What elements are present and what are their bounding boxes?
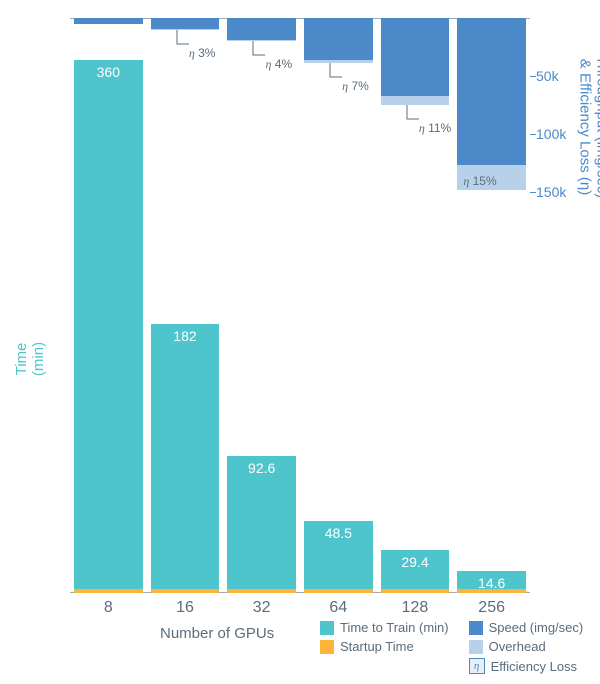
bar-speed	[457, 18, 526, 165]
bar-speed	[381, 18, 450, 96]
x-tick-label: 8	[70, 599, 147, 617]
bar-speed	[304, 18, 373, 60]
x-tick-label: 64	[300, 599, 377, 617]
bar-startup	[381, 589, 450, 593]
swatch-time-icon	[320, 621, 334, 635]
y-axis-right-label: Throughput (img/sec)& Efficiency Loss (η…	[577, 56, 600, 199]
x-axis-label: Number of GPUs	[160, 625, 274, 642]
bar-group: η 7%48.564	[300, 18, 377, 593]
bar-time: 360	[74, 60, 143, 593]
legend-label: Time to Train (min)	[340, 620, 449, 635]
bar-group: η 3%18216	[147, 18, 224, 593]
bar-startup	[457, 589, 526, 593]
x-tick-label: 256	[453, 599, 530, 617]
legend-item-speed: Speed (img/sec)	[469, 620, 584, 635]
bar-value-label: 29.4	[381, 554, 450, 570]
legend-item-overhead: Overhead	[469, 639, 584, 654]
bar-value-label: 48.5	[304, 525, 373, 541]
legend-label: Overhead	[489, 639, 546, 654]
bar-time: 182	[151, 324, 220, 593]
bar-group: η 4%92.632	[223, 18, 300, 593]
eta-annotation: η 15%	[463, 172, 523, 192]
swatch-startup-icon	[320, 640, 334, 654]
swatch-overhead-icon	[469, 640, 483, 654]
y2-tick-100k: 100k	[536, 126, 566, 142]
legend: Time to Train (min) Startup Time Speed (…	[320, 620, 583, 678]
legend-label: Efficiency Loss	[491, 659, 577, 674]
legend-label: Speed (img/sec)	[489, 620, 584, 635]
bar-group: 3608	[70, 18, 147, 593]
legend-item-eta: η Efficiency Loss	[469, 658, 584, 674]
y2-tick-50k: 50k	[536, 68, 559, 84]
x-tick-label: 128	[377, 599, 454, 617]
bar-value-label: 92.6	[227, 460, 296, 476]
plot-area: 50k 100k 150k 3608η 3%18216η 4%92.632η 7…	[70, 18, 530, 593]
bar-time: 92.6	[227, 456, 296, 593]
bar-speed	[227, 18, 296, 40]
bar-time: 29.4	[381, 550, 450, 594]
legend-label: Startup Time	[340, 639, 414, 654]
swatch-eta-icon: η	[469, 658, 485, 674]
legend-item-startup: Startup Time	[320, 639, 449, 654]
bar-value-label: 360	[74, 64, 143, 80]
bar-value-label: 182	[151, 328, 220, 344]
legend-item-time: Time to Train (min)	[320, 620, 449, 635]
y2-tick-150k: 150k	[536, 184, 566, 200]
bar-startup	[304, 589, 373, 593]
bar-startup	[151, 589, 220, 593]
bar-time: 48.5	[304, 521, 373, 593]
bar-startup	[227, 589, 296, 593]
swatch-speed-icon	[469, 621, 483, 635]
bar-speed	[74, 18, 143, 24]
y-axis-left-label: Time(min)	[13, 342, 47, 376]
x-tick-label: 16	[147, 599, 224, 617]
chart-container: 50k 100k 150k 3608η 3%18216η 4%92.632η 7…	[0, 0, 600, 684]
x-tick-label: 32	[223, 599, 300, 617]
bar-startup	[74, 589, 143, 593]
bar-group: η 11%29.4128	[377, 18, 454, 593]
bar-group: η 15%14.6256	[453, 18, 530, 593]
